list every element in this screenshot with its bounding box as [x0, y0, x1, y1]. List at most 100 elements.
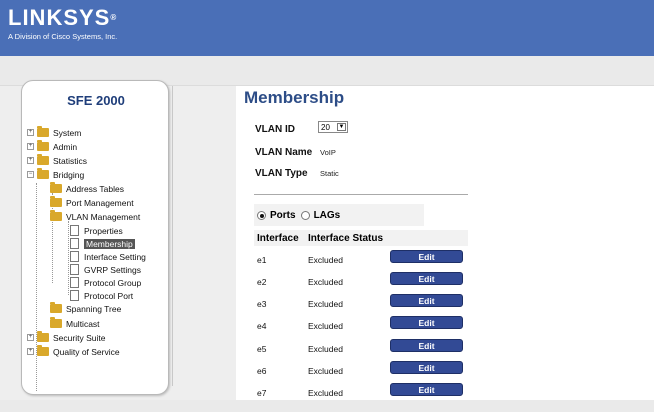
folder-open-icon	[50, 210, 62, 221]
nav-bridging[interactable]: − Bridging	[27, 168, 84, 181]
table-row: e2 Excluded Edit	[254, 269, 468, 291]
folder-icon	[50, 196, 62, 207]
tree-line	[36, 183, 37, 391]
lags-radio-label: LAGs	[313, 209, 341, 221]
nav-protocol-group[interactable]: Protocol Group	[70, 276, 141, 289]
sidebar-panel: SFE 2000 + System + Admin + Statistics − Bri…	[21, 80, 169, 395]
nav-security-suite[interactable]: + Security Suite	[27, 331, 105, 344]
nav-port-management[interactable]: Port Management	[50, 196, 134, 209]
page-title: Membership	[244, 88, 345, 107]
tree-line	[68, 221, 69, 295]
product-title: SFE 2000	[67, 93, 125, 108]
chevron-down-icon[interactable]: ▼	[337, 123, 346, 131]
nav-label: Statistics	[53, 155, 88, 166]
vlan-id-value: 20	[321, 122, 330, 132]
edit-button[interactable]: Edit	[390, 339, 463, 352]
nav-label: Bridging	[53, 169, 85, 180]
page-icon	[70, 264, 79, 275]
nav-interface-setting[interactable]: Interface Setting	[70, 250, 146, 263]
interface-cell: e6	[257, 366, 267, 376]
folder-icon	[37, 345, 49, 356]
expand-icon[interactable]: +	[27, 143, 34, 150]
status-cell: Excluded	[308, 277, 343, 287]
folder-icon	[50, 182, 62, 193]
interface-cell: e4	[257, 321, 267, 331]
nav-label: Quality of Service	[53, 346, 120, 357]
page-icon	[70, 290, 79, 301]
nav-label: Protocol Group	[84, 277, 142, 288]
nav-vlan-management[interactable]: VLAN Management	[50, 210, 140, 223]
nav-address-tables[interactable]: Address Tables	[50, 182, 124, 195]
nav-properties[interactable]: Properties	[70, 224, 123, 237]
vlan-id-select[interactable]: 20 ▼	[318, 121, 348, 133]
folder-open-icon	[37, 168, 49, 179]
folder-icon	[50, 317, 62, 328]
edit-button[interactable]: Edit	[390, 361, 463, 374]
expand-icon[interactable]: +	[27, 334, 34, 341]
nav-protocol-port[interactable]: Protocol Port	[70, 289, 133, 302]
interface-cell: e7	[257, 388, 267, 398]
nav-label: Multicast	[66, 318, 100, 329]
table-row: e3 Excluded Edit	[254, 291, 468, 313]
vlan-name-value: VoIP	[320, 148, 336, 157]
status-cell: Excluded	[308, 255, 343, 265]
nav-membership[interactable]: Membership	[70, 237, 135, 250]
nav-multicast[interactable]: Multicast	[50, 317, 100, 330]
ports-radio-label: Ports	[270, 209, 296, 221]
vlan-type-value: Static	[320, 169, 339, 178]
folder-icon	[37, 154, 49, 165]
nav-admin[interactable]: + Admin	[27, 140, 77, 153]
page-icon	[70, 277, 79, 288]
lags-radio[interactable]	[300, 210, 310, 220]
folder-icon	[37, 140, 49, 151]
table-row: e1 Excluded Edit	[254, 247, 468, 269]
nav-quality-of-service[interactable]: + Quality of Service	[27, 345, 120, 358]
edit-button[interactable]: Edit	[390, 383, 463, 396]
top-banner: LINKSYS® A Division of Cisco Systems, In…	[0, 0, 654, 56]
status-cell: Excluded	[308, 366, 343, 376]
nav-label: Spanning Tree	[66, 303, 122, 314]
section-divider	[254, 194, 468, 195]
interface-cell: e1	[257, 255, 267, 265]
edit-button[interactable]: Edit	[390, 294, 463, 307]
table-row: e7 Excluded Edit	[254, 380, 468, 402]
edit-button[interactable]: Edit	[390, 250, 463, 263]
brand-name: LINKSYS	[8, 5, 111, 30]
nav-label: Admin	[53, 141, 78, 152]
expand-icon[interactable]: +	[27, 129, 34, 136]
brand-tagline: A Division of Cisco Systems, Inc.	[8, 32, 118, 41]
interface-type-selector: Ports LAGs	[254, 204, 424, 226]
sidebar-scroll-divider	[172, 86, 173, 386]
nav-gvrp-settings[interactable]: GVRP Settings	[70, 263, 141, 276]
expand-icon[interactable]: +	[27, 157, 34, 164]
nav-spanning-tree[interactable]: Spanning Tree	[50, 302, 121, 315]
nav-label: Properties	[84, 225, 123, 236]
vlan-type-label: VLAN Type	[255, 168, 308, 179]
header-interface-status: Interface Status	[308, 233, 384, 244]
edit-button[interactable]: Edit	[390, 316, 463, 329]
status-cell: Excluded	[308, 299, 343, 309]
collapse-icon[interactable]: −	[27, 171, 34, 178]
nav-label: Protocol Port	[84, 290, 134, 301]
registered-mark: ®	[110, 13, 118, 22]
folder-icon	[50, 302, 62, 313]
nav-statistics[interactable]: + Statistics	[27, 154, 87, 167]
table-row: e6 Excluded Edit	[254, 358, 468, 380]
status-cell: Excluded	[308, 321, 343, 331]
edit-button[interactable]: Edit	[390, 272, 463, 285]
ports-radio[interactable]	[257, 210, 266, 220]
nav-system[interactable]: + System	[27, 126, 81, 139]
page-icon	[70, 225, 79, 236]
nav-label: Port Management	[66, 197, 134, 208]
table-header: Interface Interface Status	[254, 230, 468, 246]
folder-icon	[37, 126, 49, 137]
interface-cell: e3	[257, 299, 267, 309]
status-cell: Excluded	[308, 388, 343, 398]
nav-label: VLAN Management	[66, 211, 141, 222]
nav-label: Security Suite	[53, 332, 106, 343]
expand-icon[interactable]: +	[27, 348, 34, 355]
nav-label: Address Tables	[66, 183, 124, 194]
vlan-name-label: VLAN Name	[255, 147, 313, 158]
interface-cell: e2	[257, 277, 267, 287]
header-interface: Interface	[257, 233, 299, 244]
